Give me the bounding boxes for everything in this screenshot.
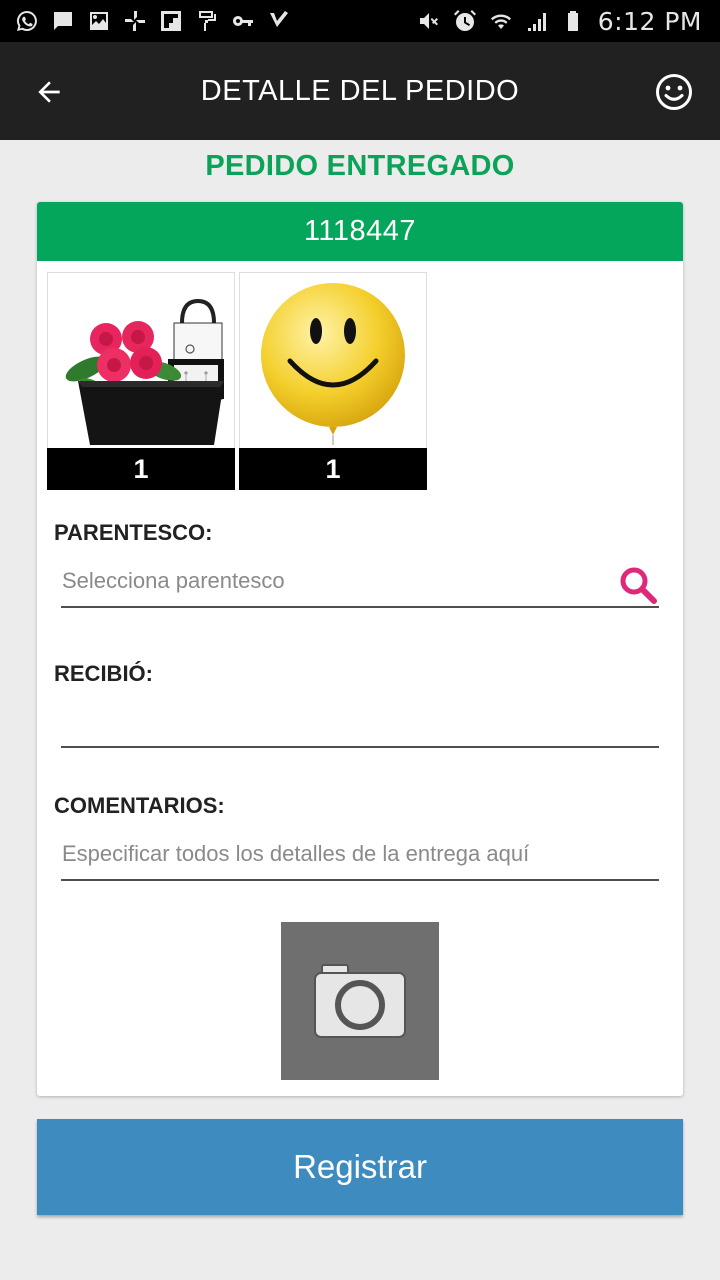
product-item[interactable]: 1 (239, 272, 427, 490)
camera-button[interactable] (281, 922, 439, 1080)
search-icon[interactable] (617, 564, 659, 606)
status-bar: 6:12 PM (0, 0, 720, 42)
battery-icon (560, 8, 586, 34)
paint-roller-icon (194, 8, 220, 34)
comentarios-label: COMENTARIOS: (54, 793, 225, 818)
camera-icon (314, 964, 406, 1038)
signal-icon (524, 8, 550, 34)
recibio-label: RECIBIÓ: (54, 661, 153, 686)
wifi-icon (488, 8, 514, 34)
smiley-icon (656, 74, 692, 110)
product-quantity: 1 (47, 448, 235, 490)
checkmark-icon (266, 8, 292, 34)
arrow-back-icon (38, 81, 60, 103)
app-bar: DETALLE DEL PEDIDO (0, 42, 720, 140)
roses-gift-box-image (47, 272, 235, 448)
recibio-input[interactable] (61, 702, 659, 748)
notification-icons (14, 8, 292, 34)
product-list: 1 1 (47, 272, 427, 490)
page-title: DETALLE DEL PEDIDO (200, 74, 520, 107)
message-icon (50, 8, 76, 34)
alarm-icon (452, 8, 478, 34)
key-icon (230, 8, 256, 34)
register-button[interactable]: Registrar (37, 1119, 683, 1215)
pinwheel-icon (122, 8, 148, 34)
smiley-balloon-image (239, 272, 427, 448)
back-button[interactable] (28, 71, 70, 113)
flipboard-icon (158, 8, 184, 34)
order-status: PEDIDO ENTREGADO (205, 150, 515, 182)
product-item[interactable]: 1 (47, 272, 235, 490)
comentarios-input[interactable] (61, 835, 659, 881)
clock: 6:12 PM (597, 6, 702, 36)
order-card: 1118447 1 1 PARENTESCO: Selecciona paren… (37, 202, 683, 1096)
system-icons: 6:12 PM (416, 7, 702, 36)
parentesco-label: PARENTESCO: (54, 520, 213, 545)
mute-icon (416, 8, 442, 34)
order-number: 1118447 (37, 202, 683, 261)
smiley-button[interactable] (654, 72, 694, 112)
image-icon (86, 8, 112, 34)
product-quantity: 1 (239, 448, 427, 490)
parentesco-input[interactable] (61, 562, 659, 608)
whatsapp-icon (14, 8, 40, 34)
